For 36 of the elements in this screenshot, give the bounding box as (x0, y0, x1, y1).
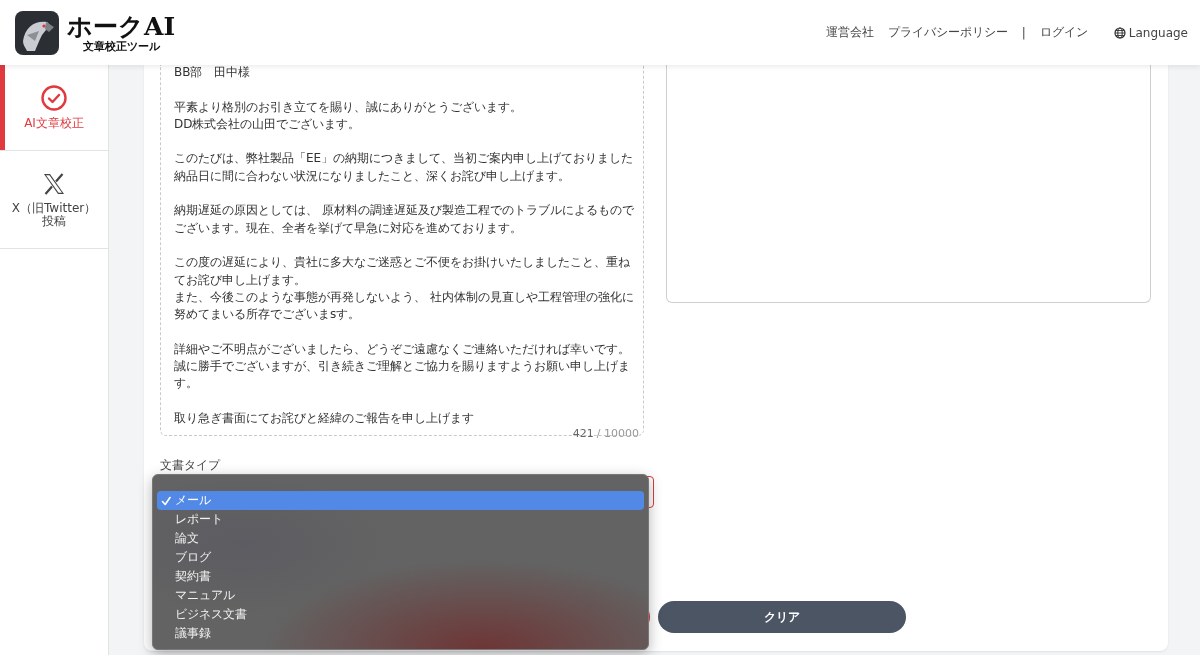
menu-option[interactable]: 論文 (157, 529, 644, 548)
menu-option[interactable]: 議事録 (157, 624, 644, 643)
sidebar-item[interactable]: AI文章校正 (0, 65, 108, 151)
nav-link[interactable]: ログイン (1039, 24, 1088, 41)
text-input-area[interactable] (160, 65, 644, 436)
letter-line: 平素より格別のお引き立てを賜り、誠にありがとうございます。 (174, 98, 522, 116)
letter-line: また、今後このような事態が再発しないよう、 社内体制の見直しや工程管理の強化に努めてまいる所存でございまsす。 (174, 288, 635, 324)
character-count: 421 (572, 427, 594, 441)
language-link[interactable]: Language (1113, 25, 1188, 40)
logo-title: ホークAI (67, 12, 176, 40)
letter-line: 詳細やご不明点がございましたら、どうぞご遠慮なくご連絡いただければ幸いです。誠に勝手でございますが、引き続きご理解とご協力を賜りますようお願い申し上げます。 (174, 340, 631, 393)
menu-option[interactable]: メール (157, 491, 644, 510)
letter-line: BB部 田中様 (174, 64, 251, 81)
character-limit: / 10000 (596, 427, 639, 441)
logo-subtitle: 文章校正ツール (83, 39, 161, 53)
letter-line: このたびは、弊社製品「EE」の納期につきまして、当初ご案内申し上げておりました納品日に間に合わない状況になりましたこと、深くお詫び申し上げます。 (174, 150, 635, 185)
nav-link[interactable]: プライバシーポリシー (887, 24, 1008, 41)
menu-option[interactable]: ビジネス文書 (157, 605, 644, 624)
check-circle-icon (41, 85, 67, 111)
nav-separator: | (1021, 25, 1026, 40)
clear-button[interactable]: クリア (658, 601, 906, 633)
globe-icon (1113, 26, 1126, 39)
sidebar-item[interactable]: X（旧Twitter）投稿 (0, 151, 108, 249)
menu-option[interactable]: ブログ (157, 548, 644, 567)
logo-icon (15, 10, 59, 55)
menu-option[interactable]: 契約書 (157, 567, 644, 586)
letter-line: 取り急ぎ書面にてお詫びと経緯のご報告を申し上げます (174, 409, 474, 427)
letter-line: この度の遅延により、貴社に多大なご迷惑とご不便をお掛けいたしましたこと、重ねてお詫び申し上げます。 (174, 254, 631, 289)
menu-option[interactable]: マニュアル (157, 586, 644, 605)
letter-line: DD株式会社の山田でございます。 (174, 115, 361, 133)
document-type-label: 文書タイプ (160, 458, 222, 472)
letter-line: 納期遅延の原因としては、 原材料の調達遅延及び製造工程でのトラブルによるものでございます。現在、全者を挙げて早急に対応を進めております。 (174, 202, 635, 237)
nav-link[interactable]: 運営会社 (825, 24, 874, 41)
menu-option[interactable]: レポート (157, 510, 644, 529)
x-logo-icon (42, 171, 66, 196)
checkmark-icon (161, 495, 171, 506)
